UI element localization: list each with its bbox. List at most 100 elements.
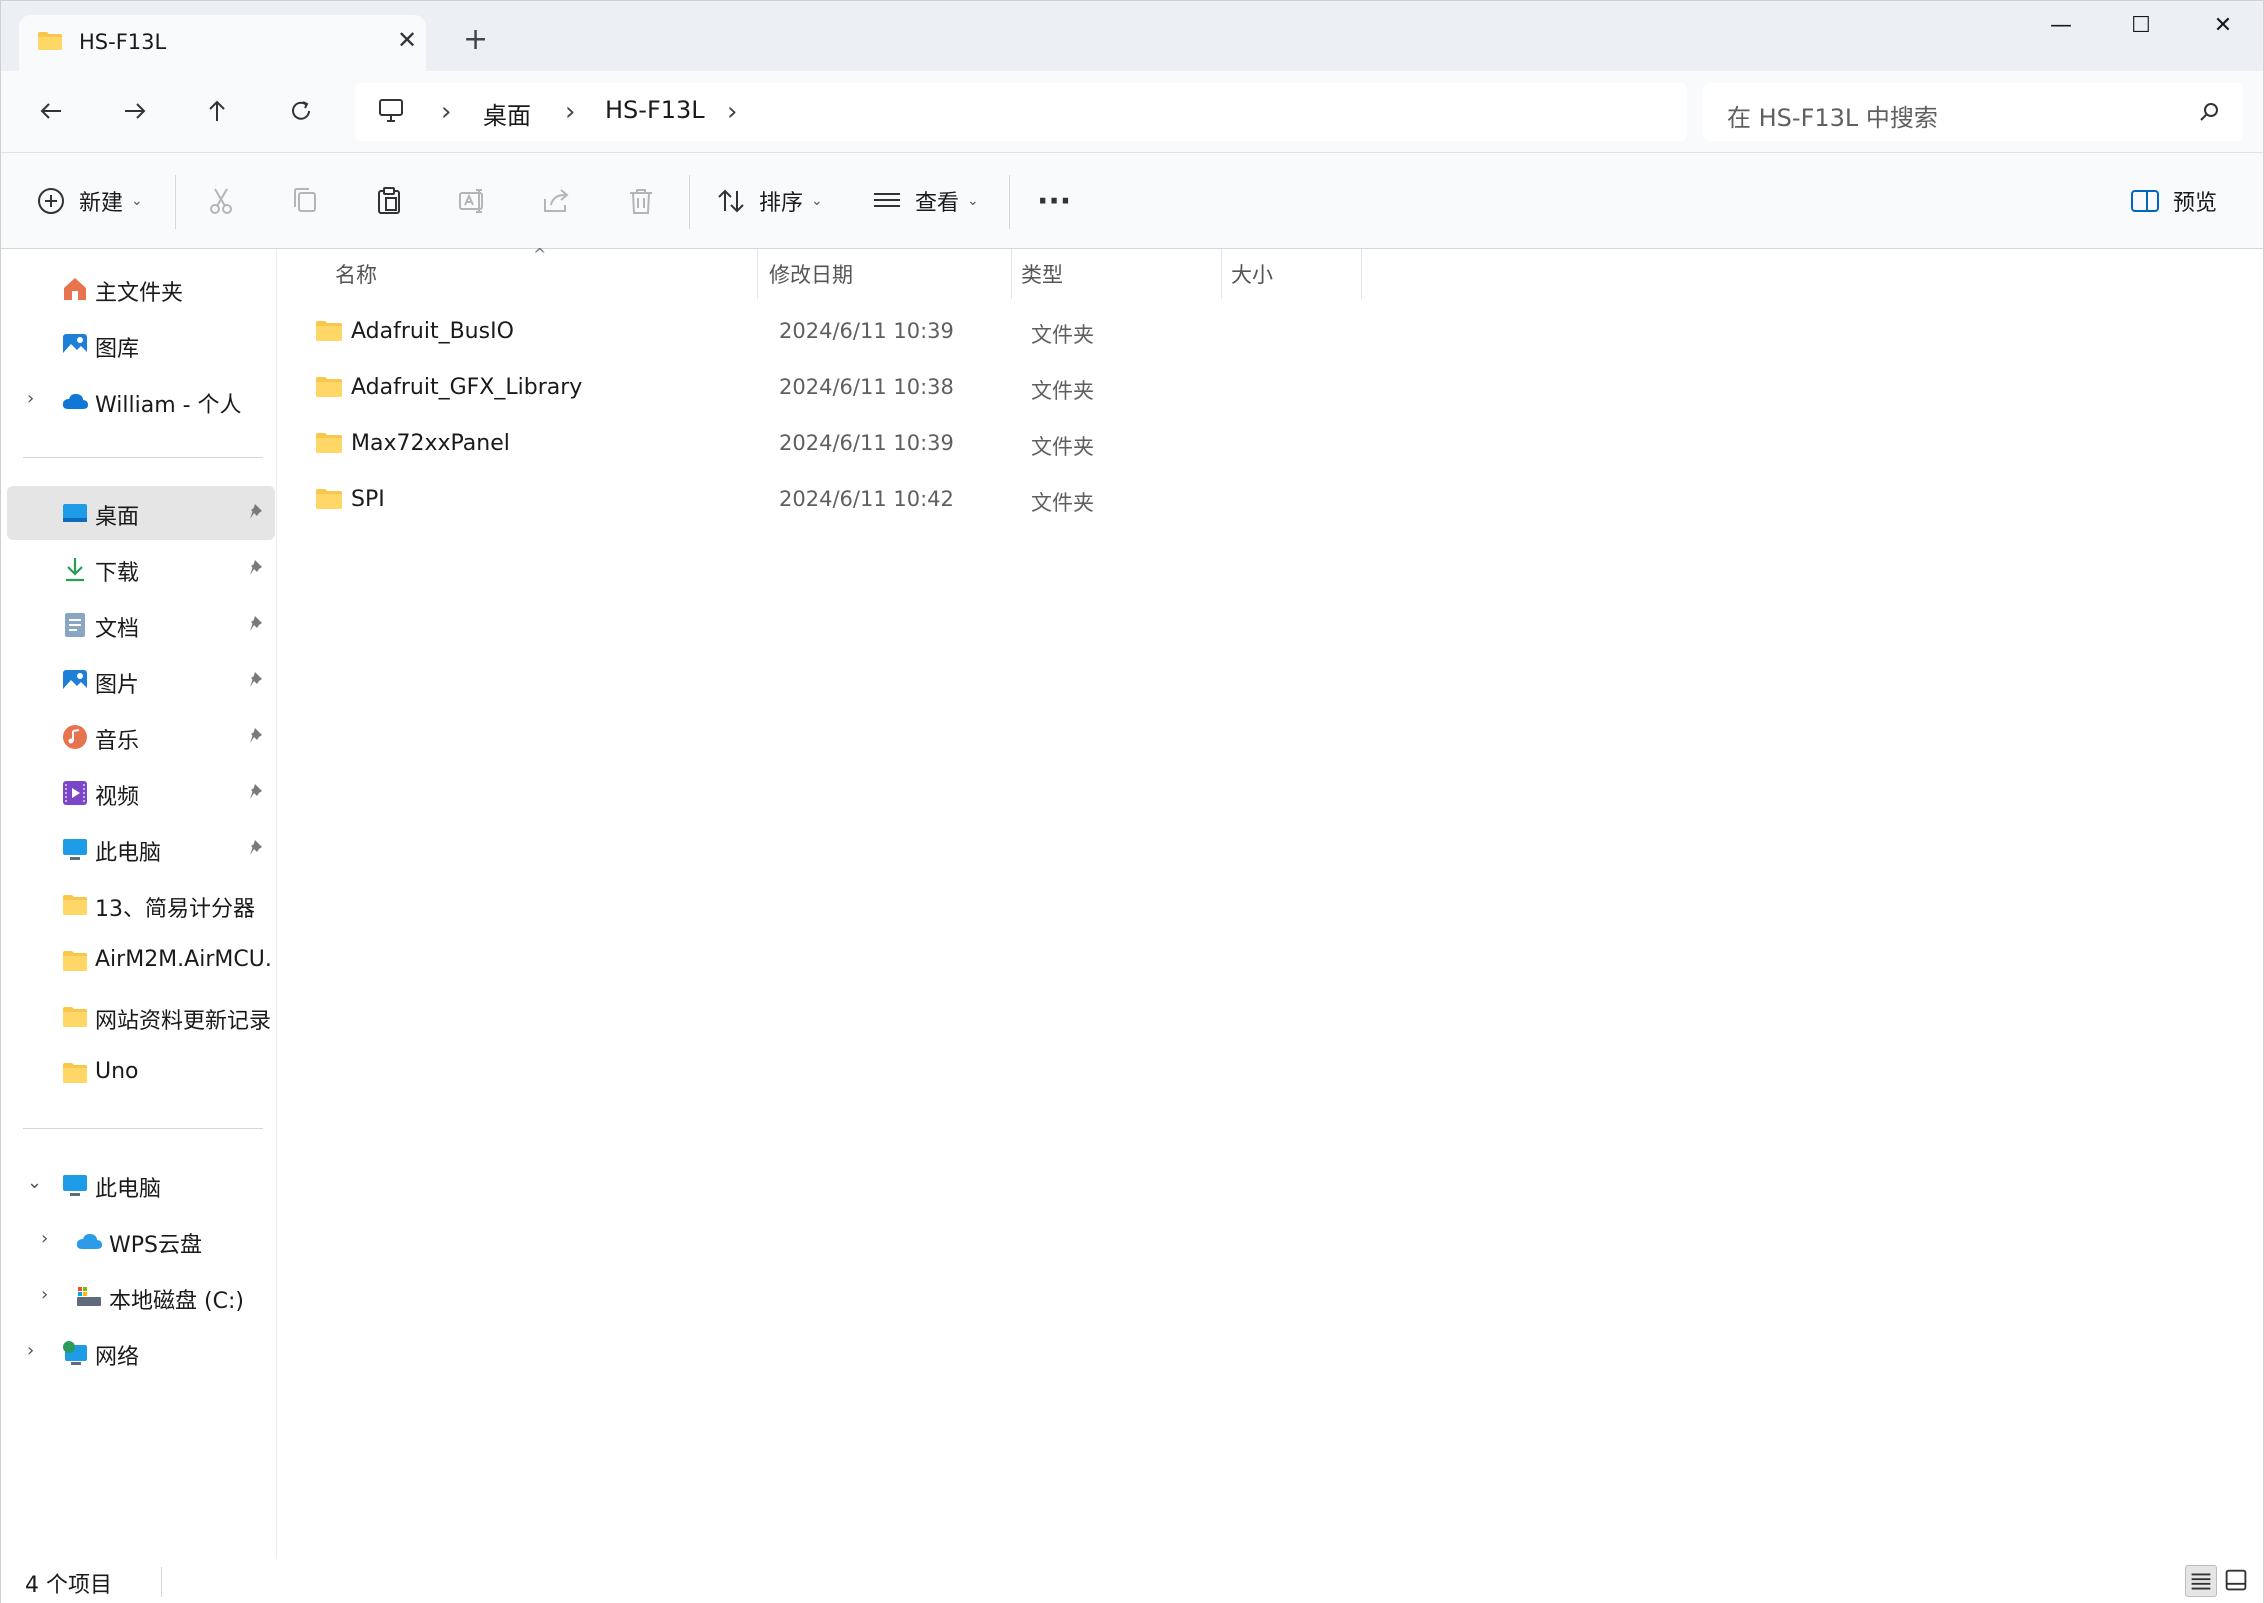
sidebar-item-home[interactable]: 主文件夹 — [7, 262, 275, 316]
column-header-size[interactable]: 大小 — [1231, 259, 1273, 289]
column-header-modified[interactable]: 修改日期 — [769, 259, 853, 289]
sidebar-item-label: 桌面 — [95, 505, 140, 530]
delete-button[interactable] — [625, 179, 657, 223]
file-type: 文件夹 — [1031, 435, 1094, 459]
sidebar-item-folder-uno[interactable]: Uno — [7, 1046, 275, 1100]
chevron-right-icon[interactable]: › — [27, 1340, 34, 1361]
chevron-down-icon: ⌄ — [811, 193, 823, 209]
sidebar-item-label: 视频 — [95, 785, 140, 810]
sidebar-item-this-pc-pinned[interactable]: 此电脑 — [7, 822, 275, 876]
sidebar-item-documents[interactable]: 文档 — [7, 598, 275, 652]
document-icon — [65, 613, 85, 637]
table-row[interactable]: Adafruit_GFX_Library 2024/6/11 10:38 文件夹 — [309, 363, 1309, 413]
monitor-icon — [63, 839, 87, 860]
rename-button[interactable] — [457, 179, 489, 223]
breadcrumb-desktop[interactable]: 桌面 — [483, 96, 531, 131]
sidebar-item-label: 此电脑 — [95, 841, 162, 866]
pin-icon[interactable] — [247, 557, 269, 579]
sidebar-item-folder-scorer[interactable]: 13、简易计分器 — [7, 878, 275, 932]
chevron-right-icon[interactable]: › — [41, 1284, 48, 1305]
share-button[interactable] — [541, 179, 573, 223]
column-header-type[interactable]: 类型 — [1021, 259, 1063, 289]
sidebar-item-folder-site-log[interactable]: 网站资料更新记录 — [7, 990, 275, 1044]
column-divider[interactable] — [1011, 249, 1012, 299]
sidebar-item-this-pc[interactable]: ⌄ 此电脑 — [7, 1158, 275, 1212]
new-label: 新建 — [79, 191, 124, 216]
pin-icon[interactable] — [247, 669, 269, 691]
toolbar-divider — [689, 175, 690, 229]
view-button[interactable]: 查看 ⌄ — [871, 179, 979, 223]
tab-hs-f13l[interactable]: HS-F13L ✕ — [19, 15, 426, 71]
table-row[interactable]: Adafruit_BusIO 2024/6/11 10:39 文件夹 — [309, 307, 1309, 357]
breadcrumb-separator-icon[interactable]: › — [441, 97, 451, 127]
column-divider[interactable] — [1361, 249, 1362, 299]
sidebar-item-gallery[interactable]: 图库 — [7, 318, 275, 372]
desktop-icon — [63, 504, 87, 522]
pin-icon[interactable] — [247, 613, 269, 635]
close-window-button[interactable]: ✕ — [2193, 13, 2253, 43]
search-box[interactable]: 在 HS-F13L 中搜索 — [1703, 83, 2243, 141]
sidebar-item-network[interactable]: › 网络 — [7, 1326, 275, 1380]
table-row[interactable]: Max72xxPanel 2024/6/11 10:39 文件夹 — [309, 419, 1309, 469]
breadcrumb-hs-f13l[interactable]: HS-F13L — [605, 96, 705, 124]
sidebar-item-local-disk[interactable]: › 本地磁盘 (C:) — [7, 1270, 275, 1324]
sidebar-item-desktop[interactable]: 桌面 — [7, 486, 275, 540]
folder-icon — [316, 433, 342, 453]
cut-button[interactable] — [205, 179, 237, 223]
breadcrumb-separator-icon[interactable]: › — [565, 97, 575, 127]
chevron-right-icon[interactable]: › — [27, 388, 34, 409]
preview-pane-button[interactable]: 预览 — [2129, 179, 2217, 223]
search-input[interactable]: 在 HS-F13L 中搜索 — [1727, 98, 1938, 133]
paste-button[interactable] — [373, 179, 405, 223]
breadcrumb-separator-icon[interactable]: › — [727, 97, 737, 127]
folder-icon — [316, 489, 342, 509]
minimize-button[interactable]: — — [2031, 13, 2091, 43]
folder-icon — [38, 32, 62, 50]
new-button[interactable]: 新建 ⌄ — [35, 179, 143, 223]
sidebar-item-music[interactable]: 音乐 — [7, 710, 275, 764]
forward-button[interactable] — [113, 89, 157, 133]
title-bar: HS-F13L ✕ + — ☐ ✕ — [1, 1, 2263, 71]
table-row[interactable]: SPI 2024/6/11 10:42 文件夹 — [309, 475, 1309, 525]
up-button[interactable] — [195, 89, 239, 133]
status-bar: 4 个项目 — [1, 1559, 2263, 1603]
copy-icon — [294, 188, 316, 212]
sidebar-item-pictures[interactable]: 图片 — [7, 654, 275, 708]
new-tab-button[interactable]: + — [463, 25, 488, 55]
column-divider[interactable] — [757, 249, 758, 299]
sidebar-item-folder-airm2m[interactable]: AirM2M.AirMCU.AirMCU — [7, 934, 275, 988]
back-button[interactable] — [29, 89, 73, 133]
column-divider[interactable] — [1221, 249, 1222, 299]
pin-icon[interactable] — [247, 501, 269, 523]
details-view-button[interactable] — [2185, 1565, 2217, 1597]
sidebar-item-label: 本地磁盘 (C:) — [109, 1289, 244, 1314]
sidebar-divider — [23, 457, 263, 458]
sidebar-item-wps-cloud[interactable]: › WPS云盘 — [7, 1214, 275, 1268]
address-bar[interactable]: › 桌面 › HS-F13L › — [355, 83, 1687, 141]
sidebar-item-videos[interactable]: 视频 — [7, 766, 275, 820]
sidebar-item-label: 下载 — [95, 561, 140, 586]
preview-pane-icon — [2131, 190, 2159, 212]
toolbar-divider — [175, 175, 176, 229]
tiles-view-button[interactable] — [2221, 1565, 2253, 1597]
maximize-button[interactable]: ☐ — [2111, 13, 2171, 43]
file-date: 2024/6/11 10:38 — [779, 375, 954, 399]
sidebar-item-onedrive[interactable]: › William - 个人 — [7, 374, 275, 428]
sidebar-item-label: 网站资料更新记录 — [95, 1009, 272, 1034]
copy-button[interactable] — [289, 179, 321, 223]
refresh-button[interactable] — [279, 89, 323, 133]
item-count: 4 个项目 — [25, 1573, 112, 1598]
tab-close-icon[interactable]: ✕ — [397, 26, 417, 54]
sort-button[interactable]: 排序 ⌄ — [715, 179, 823, 223]
more-options-button[interactable]: ··· — [1037, 179, 1071, 223]
pin-icon[interactable] — [247, 725, 269, 747]
pin-icon[interactable] — [247, 781, 269, 803]
chevron-right-icon[interactable]: › — [41, 1228, 48, 1249]
column-header-name[interactable]: 名称 — [335, 259, 377, 289]
folder-icon — [63, 951, 87, 971]
folder-icon — [63, 1007, 87, 1027]
sort-ascending-icon: ^ — [533, 245, 547, 264]
sidebar-item-downloads[interactable]: 下载 — [7, 542, 275, 596]
chevron-down-icon[interactable]: ⌄ — [27, 1172, 42, 1193]
pin-icon[interactable] — [247, 837, 269, 859]
